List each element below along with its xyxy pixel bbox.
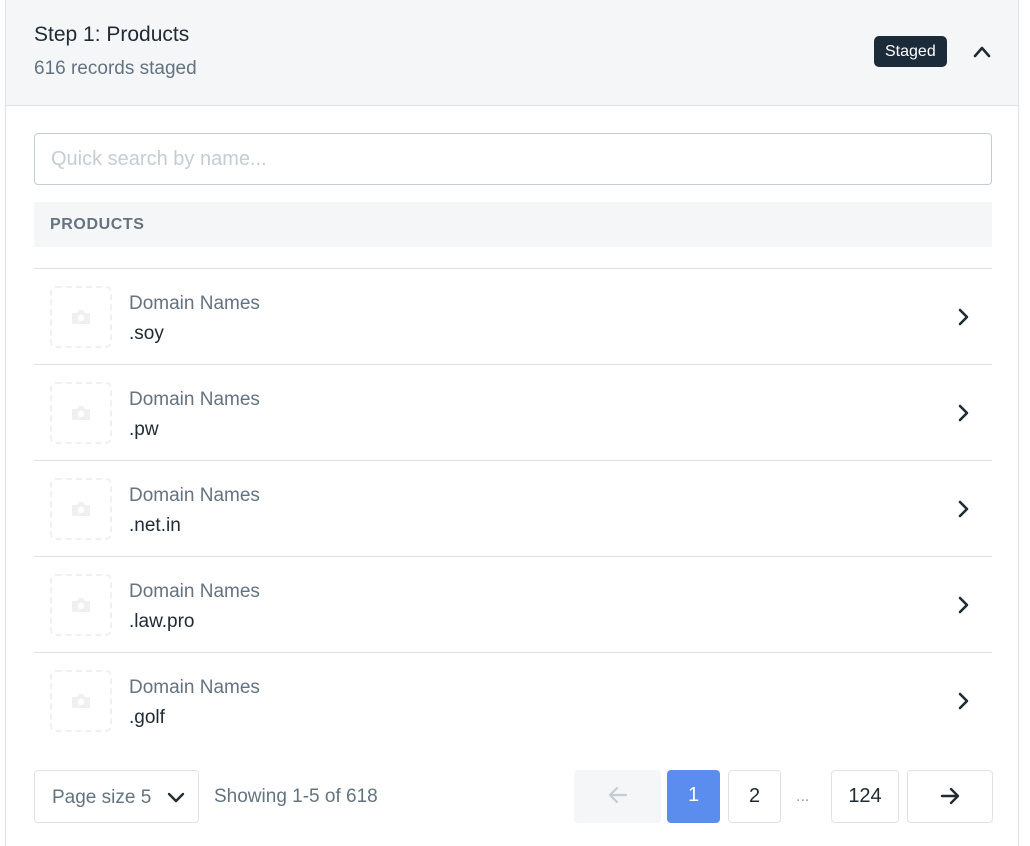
product-category: Domain Names	[129, 581, 260, 602]
previous-page-button[interactable]	[574, 770, 661, 823]
results-summary: Showing 1-5 of 618	[214, 786, 378, 807]
image-placeholder	[50, 670, 112, 732]
list-item[interactable]: Domain Names .golf	[34, 652, 992, 748]
section-header: PRODUCTS	[34, 202, 992, 247]
product-category: Domain Names	[129, 485, 260, 506]
page-button-last[interactable]: 124	[831, 770, 899, 823]
product-category: Domain Names	[129, 389, 260, 410]
image-placeholder	[50, 574, 112, 636]
step-header[interactable]: Step 1: Products 616 records staged Stag…	[6, 0, 1018, 106]
image-placeholder	[50, 478, 112, 540]
product-list: Domain Names .soy Domain Names .pw Domai…	[34, 268, 992, 748]
step-subtitle: 616 records staged	[34, 58, 197, 79]
product-name: .law.pro	[129, 611, 195, 632]
page-size-label: Page size 5	[52, 787, 152, 808]
chevron-right-icon	[958, 692, 969, 710]
chevron-right-icon	[958, 308, 969, 326]
list-item[interactable]: Domain Names .law.pro	[34, 556, 992, 652]
camera-icon	[72, 694, 90, 708]
page-button[interactable]: 2	[728, 770, 781, 823]
camera-icon	[72, 598, 90, 612]
product-name: .golf	[129, 707, 165, 728]
image-placeholder	[50, 382, 112, 444]
collapse-button[interactable]	[964, 34, 1000, 70]
product-category: Domain Names	[129, 677, 260, 698]
image-placeholder	[50, 286, 112, 348]
chevron-up-icon	[973, 46, 991, 58]
search-input[interactable]	[34, 133, 992, 185]
product-name: .soy	[129, 323, 164, 344]
product-name: .net.in	[129, 515, 181, 536]
list-item[interactable]: Domain Names .net.in	[34, 460, 992, 556]
status-badge: Staged	[874, 36, 947, 67]
staging-step-card: Step 1: Products 616 records staged Stag…	[5, 0, 1019, 846]
chevron-down-icon	[167, 792, 185, 803]
chevron-right-icon	[958, 404, 969, 422]
list-item[interactable]: Domain Names .soy	[34, 268, 992, 364]
chevron-right-icon	[958, 596, 969, 614]
arrow-left-icon	[608, 786, 627, 804]
page-size-select[interactable]: Page size 5	[34, 770, 199, 823]
page-button-current[interactable]: 1	[667, 770, 720, 823]
list-item[interactable]: Domain Names .pw	[34, 364, 992, 460]
product-category: Domain Names	[129, 293, 260, 314]
camera-icon	[72, 310, 90, 324]
product-name: .pw	[129, 419, 159, 440]
chevron-right-icon	[958, 500, 969, 518]
next-page-button[interactable]	[907, 770, 993, 823]
arrow-right-icon	[940, 787, 960, 805]
pagination-ellipsis: ...	[796, 788, 810, 805]
camera-icon	[72, 502, 90, 516]
camera-icon	[72, 406, 90, 420]
step-title: Step 1: Products	[34, 23, 190, 46]
